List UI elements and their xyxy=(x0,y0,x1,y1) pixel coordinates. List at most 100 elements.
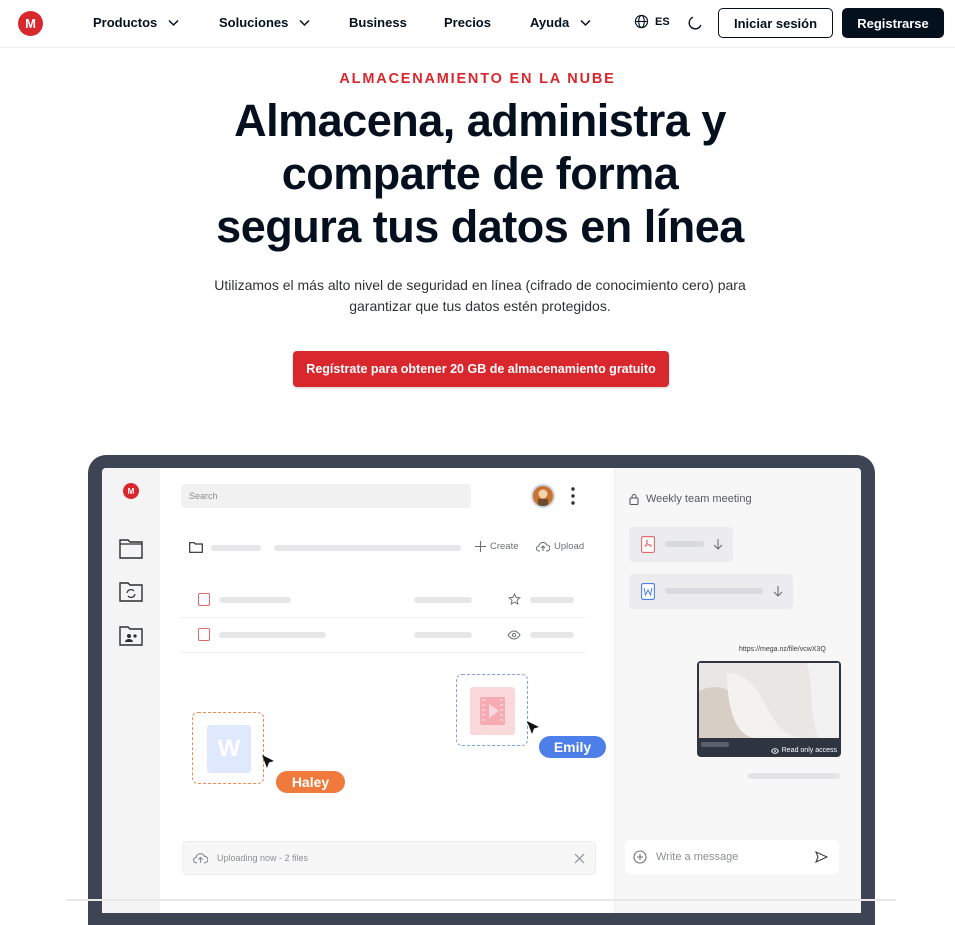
breadcrumb-placeholder xyxy=(274,545,461,551)
nav-precios-label: Precios xyxy=(444,15,491,30)
nav-precios[interactable]: Precios xyxy=(444,15,491,30)
nav-productos[interactable]: Productos xyxy=(93,15,180,30)
top-nav: M Productos Soluciones Business Precios … xyxy=(0,0,955,48)
eye-icon[interactable] xyxy=(507,630,521,640)
register-button[interactable]: Registrarse xyxy=(842,8,944,38)
create-label: Create xyxy=(490,541,519,552)
dragging-word-file[interactable]: W xyxy=(192,712,264,784)
hero-title: Almacena, administra y comparte de forma… xyxy=(140,94,820,253)
read-only-text: Read only access xyxy=(781,747,837,754)
meeting-header: Weekly team meeting xyxy=(629,493,752,505)
add-attachment-icon[interactable] xyxy=(633,850,647,864)
folder-icon xyxy=(189,542,203,553)
user-tag-emily: Emily xyxy=(539,736,606,758)
message-placeholder xyxy=(748,773,840,779)
language-selector[interactable]: ES xyxy=(634,14,670,29)
nav-soluciones-label: Soluciones xyxy=(219,15,289,30)
chevron-down-icon xyxy=(168,19,179,27)
mockup-logo: M xyxy=(123,483,139,499)
nav-business-label: Business xyxy=(349,15,407,30)
hero-title-line: comparte de forma xyxy=(281,148,679,199)
cloud-upload-icon xyxy=(536,541,550,552)
link-preview-card[interactable]: Read only access xyxy=(697,661,841,757)
file-size-placeholder xyxy=(414,597,472,603)
row-divider xyxy=(180,652,585,653)
language-code: ES xyxy=(655,15,670,28)
nav-ayuda-label: Ayuda xyxy=(530,15,570,30)
laptop-base xyxy=(66,899,896,901)
more-options-icon[interactable] xyxy=(570,486,576,506)
mockup-file-area: Search Create Upload W Haley Emily Uploa… xyxy=(160,468,613,913)
hero-subtitle: Utilizamos el más alto nivel de segurida… xyxy=(190,275,770,317)
cursor-icon xyxy=(527,721,539,734)
chevron-down-icon xyxy=(299,19,310,27)
file-date-placeholder xyxy=(530,597,574,603)
plus-icon xyxy=(475,541,486,552)
mockup-search-input[interactable]: Search xyxy=(181,484,471,508)
globe-icon xyxy=(634,14,649,29)
nav-soluciones[interactable]: Soluciones xyxy=(219,15,311,30)
message-placeholder-text: Write a message xyxy=(656,851,739,863)
cursor-icon xyxy=(262,755,274,768)
nav-productos-label: Productos xyxy=(93,15,158,30)
word-file-icon: W xyxy=(207,725,251,773)
file-name-placeholder xyxy=(219,632,326,638)
logo-letter: M xyxy=(25,16,36,31)
row-divider xyxy=(180,617,585,618)
message-input[interactable]: Write a message xyxy=(625,840,839,874)
upload-button[interactable]: Upload xyxy=(536,541,584,552)
play-icon xyxy=(480,697,505,725)
upload-status-bar: Uploading now - 2 files xyxy=(182,841,596,875)
mockup-sidebar: M xyxy=(102,468,160,913)
upload-label: Upload xyxy=(554,541,585,552)
file-size-placeholder xyxy=(414,632,472,638)
word-letter: W xyxy=(217,735,241,762)
hero-eyebrow: ALMACENAMIENTO EN LA NUBE xyxy=(339,71,616,87)
mockup-logo-letter: M xyxy=(127,486,135,496)
create-button[interactable]: Create xyxy=(475,541,519,552)
hero-subtitle-line: Utilizamos el más alto nivel de segurida… xyxy=(214,277,746,293)
file-name-placeholder xyxy=(665,588,763,594)
download-icon[interactable] xyxy=(713,538,723,550)
folder-icon xyxy=(119,539,143,559)
cloud-upload-icon xyxy=(193,853,208,864)
pdf-file-icon xyxy=(198,628,210,641)
video-file-icon xyxy=(470,687,515,735)
read-only-badge: Read only access xyxy=(770,747,837,754)
close-icon[interactable] xyxy=(574,853,585,864)
signup-cta-button[interactable]: Regístrate para obtener 20 GB de almacen… xyxy=(293,351,669,387)
lock-icon xyxy=(629,493,639,505)
pdf-file-icon xyxy=(641,536,655,553)
mega-logo[interactable]: M xyxy=(18,11,43,36)
file-date-placeholder xyxy=(530,632,574,638)
upload-status-text: Uploading now - 2 files xyxy=(217,853,309,863)
download-icon[interactable] xyxy=(773,585,783,597)
shared-word-message[interactable] xyxy=(629,574,793,609)
word-file-icon xyxy=(641,583,655,600)
moon-icon[interactable] xyxy=(687,15,703,31)
sync-folder-icon xyxy=(119,582,143,602)
login-button[interactable]: Iniciar sesión xyxy=(718,8,833,38)
preview-image xyxy=(699,663,839,747)
eye-icon xyxy=(770,747,779,754)
hero-title-line: Almacena, administra y xyxy=(234,95,726,146)
send-icon[interactable] xyxy=(815,851,828,863)
share-link-text[interactable]: https://mega.nz/file/vcwX3Q xyxy=(739,646,826,653)
nav-ayuda[interactable]: Ayuda xyxy=(530,15,592,30)
avatar[interactable] xyxy=(531,484,555,508)
app-mockup-screen: M Search Create Upload W Haley Emily Upl… xyxy=(102,468,861,913)
file-name-placeholder xyxy=(219,597,291,603)
user-tag-haley: Haley xyxy=(276,771,345,793)
breadcrumb-placeholder xyxy=(211,545,261,551)
star-icon[interactable] xyxy=(508,593,521,606)
avatar-image xyxy=(533,486,553,506)
shared-pdf-message[interactable] xyxy=(629,527,733,562)
file-name-placeholder xyxy=(665,541,705,547)
hero-title-line: segura tus datos en línea xyxy=(216,201,744,252)
shared-folder-icon xyxy=(119,626,143,646)
pdf-file-icon xyxy=(198,593,210,606)
mockup-chat-panel: Weekly team meeting https://mega.nz/file… xyxy=(614,468,861,913)
chevron-down-icon xyxy=(580,19,591,27)
nav-business[interactable]: Business xyxy=(349,15,407,30)
dragging-video-file[interactable] xyxy=(456,674,528,746)
